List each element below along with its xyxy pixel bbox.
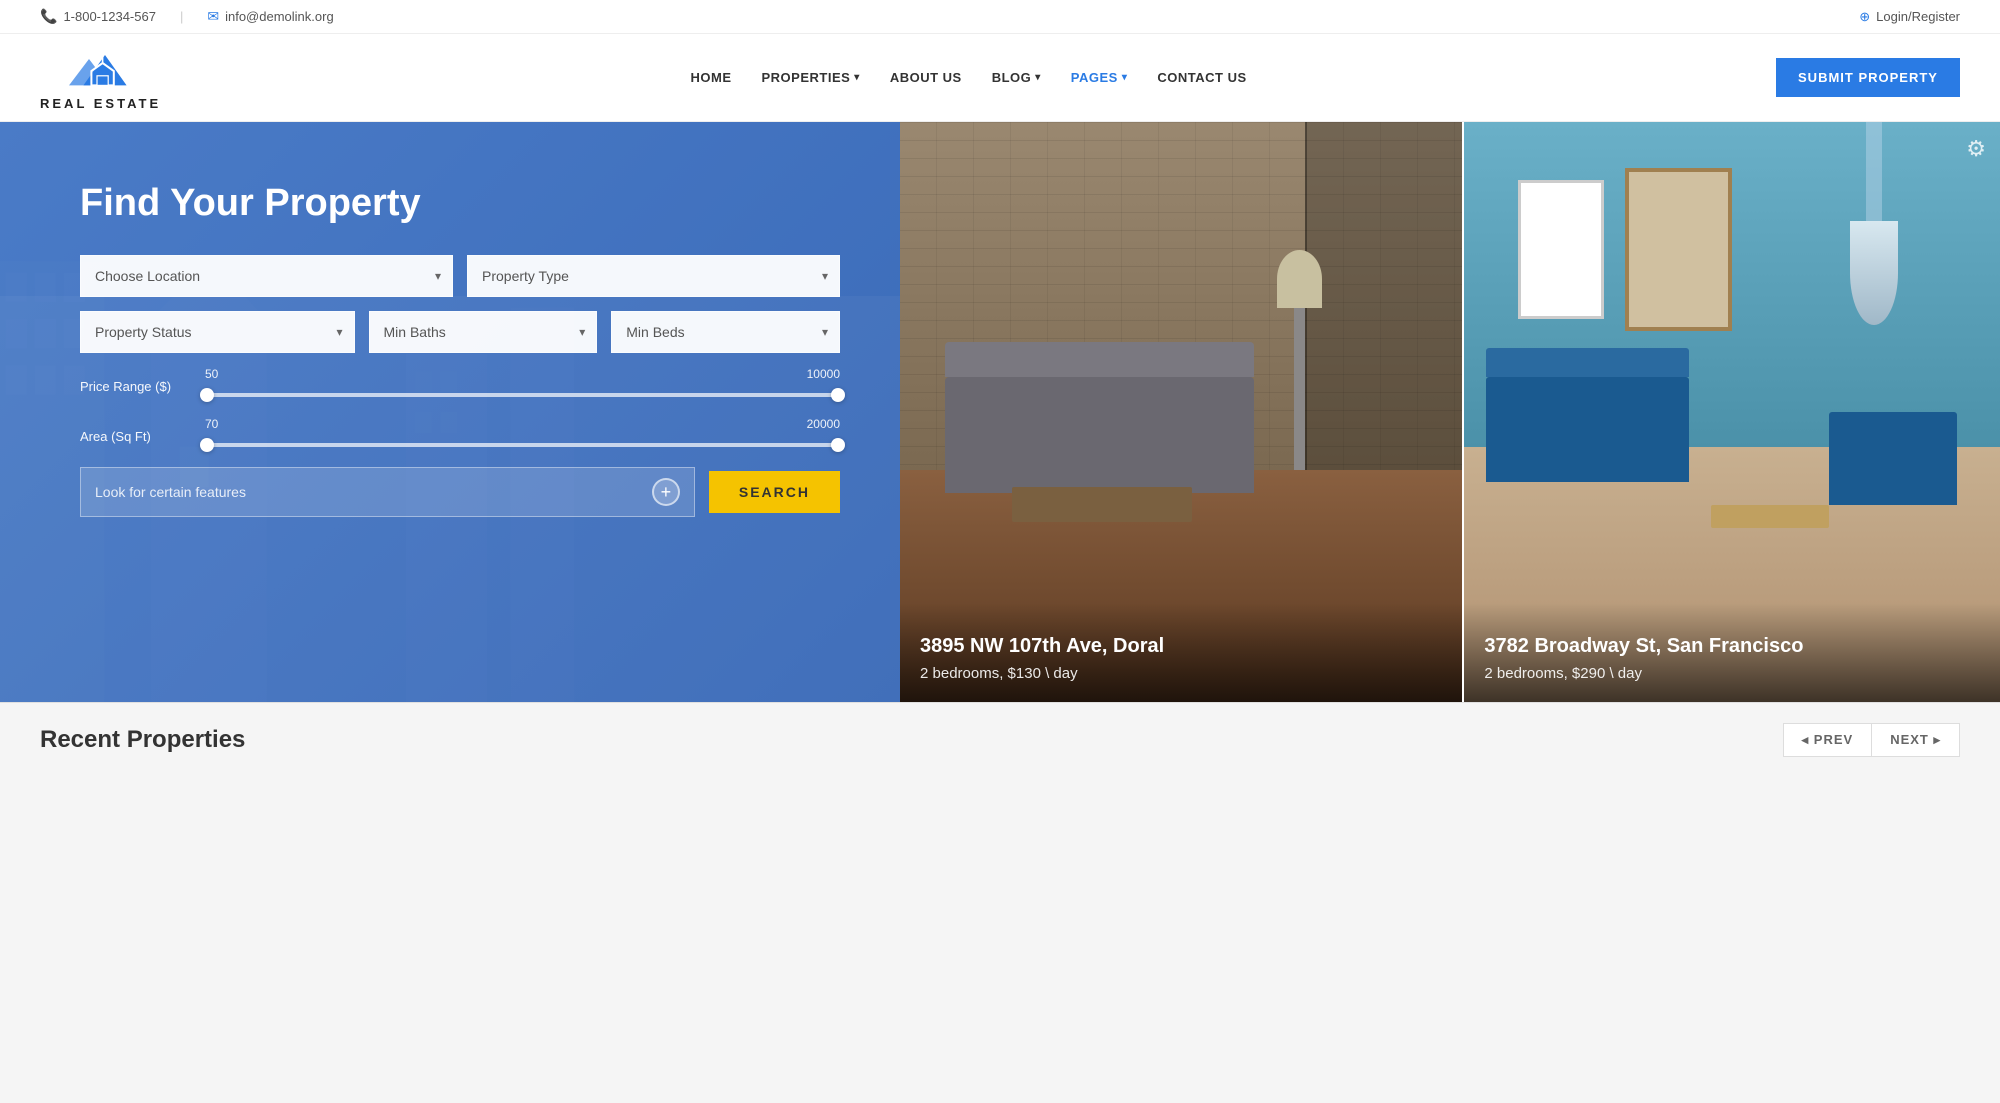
nav-home[interactable]: HOME: [690, 66, 731, 89]
header: REAL ESTATE HOME PROPERTIES ▾ ABOUT US B…: [0, 34, 2000, 122]
location-select[interactable]: Choose Location New York Los Angeles Mia…: [80, 255, 453, 297]
phone-contact[interactable]: 📞 1-800-1234-567: [40, 8, 156, 25]
prop2-table: [1711, 505, 1829, 528]
features-input-wrapper[interactable]: Look for certain features +: [80, 467, 695, 517]
prop1-lamp-shade: [1277, 250, 1322, 308]
nav-properties[interactable]: PROPERTIES ▾: [761, 66, 859, 89]
next-button[interactable]: NEXT ▸: [1871, 723, 1960, 757]
login-icon: ⊕: [1859, 9, 1870, 25]
min-beds-select-wrapper: Min Beds 1 2 3: [611, 311, 840, 353]
prop2-light-cord: [1866, 122, 1882, 226]
prop1-sofa: [945, 377, 1254, 493]
property-card-1[interactable]: 3895 NW 107th Ave, Doral 2 bedrooms, $13…: [900, 122, 1464, 702]
area-section: Area (Sq Ft) 70 20000: [80, 417, 840, 455]
prop1-overlay: 3895 NW 107th Ave, Doral 2 bedrooms, $13…: [900, 603, 1462, 702]
logo[interactable]: REAL ESTATE: [40, 44, 161, 111]
login-register[interactable]: ⊕ Login/Register: [1859, 9, 1960, 25]
features-add-button[interactable]: +: [652, 478, 680, 506]
location-select-wrapper: Choose Location New York Los Angeles Mia…: [80, 255, 453, 297]
price-thumb-right[interactable]: [831, 388, 845, 402]
area-track-bg: [205, 443, 840, 447]
prop2-chair: [1829, 412, 1958, 505]
logo-icon: [61, 44, 141, 94]
price-range-label: Price Range ($): [80, 379, 195, 394]
prop1-table: [1012, 487, 1192, 522]
prop2-price: 2 bedrooms, $290 \ day: [1484, 665, 1980, 682]
chevron-down-icon-blog: ▾: [1035, 72, 1041, 83]
price-range-track[interactable]: [205, 385, 840, 405]
search-button[interactable]: SEARCH: [709, 471, 840, 513]
price-max-value: 10000: [807, 367, 840, 381]
area-label: Area (Sq Ft): [80, 429, 195, 444]
area-range-control: 70 20000: [205, 417, 840, 455]
separator: |: [180, 9, 183, 24]
chevron-down-icon: ▾: [854, 72, 860, 83]
features-row: Look for certain features + SEARCH: [80, 467, 840, 517]
area-thumb-right[interactable]: [831, 438, 845, 452]
search-title: Find Your Property: [80, 182, 840, 225]
phone-icon: 📞: [40, 8, 57, 25]
chevron-down-icon-pages: ▾: [1122, 72, 1128, 83]
email-contact[interactable]: ✉ info@demolink.org: [207, 8, 333, 25]
features-placeholder-text: Look for certain features: [95, 484, 642, 500]
area-track-fill: [205, 443, 840, 447]
status-select-wrapper: Property Status For Sale For Rent: [80, 311, 355, 353]
min-baths-select-wrapper: Min Baths 1 2 3: [369, 311, 598, 353]
area-min-value: 70: [205, 417, 218, 431]
property-card-2[interactable]: ⚙ 3782 Broadway St, San Francisco 2 bedr…: [1464, 122, 2000, 702]
prop2-sofa-back: [1486, 348, 1690, 377]
logo-text: REAL ESTATE: [40, 96, 161, 111]
search-row-2: Property Status For Sale For Rent Min Ba…: [80, 311, 840, 353]
area-range-track[interactable]: [205, 435, 840, 455]
prop2-pendant: [1850, 221, 1898, 325]
prop1-sofa-back: [945, 342, 1254, 377]
min-baths-select[interactable]: Min Baths 1 2 3: [369, 311, 598, 353]
price-track-bg: [205, 393, 840, 397]
prop1-price: 2 bedrooms, $130 \ day: [920, 665, 1442, 682]
main-nav: HOME PROPERTIES ▾ ABOUT US BLOG ▾ PAGES …: [690, 66, 1246, 89]
property-type-select[interactable]: Property Type House Apartment Villa: [467, 255, 840, 297]
price-range-values: 50 10000: [205, 367, 840, 381]
price-thumb-left[interactable]: [200, 388, 214, 402]
property-images-panel: 3895 NW 107th Ave, Doral 2 bedrooms, $13…: [900, 122, 2000, 702]
price-track-fill: [205, 393, 840, 397]
prop2-address: 3782 Broadway St, San Francisco: [1484, 633, 1980, 659]
prop2-frame1: [1518, 180, 1604, 319]
submit-property-button[interactable]: SUBMIT PROPERTY: [1776, 58, 1960, 97]
price-range-control: 50 10000: [205, 367, 840, 405]
area-max-value: 20000: [807, 417, 840, 431]
property-type-select-wrapper: Property Type House Apartment Villa: [467, 255, 840, 297]
property-status-select[interactable]: Property Status For Sale For Rent: [80, 311, 355, 353]
main-layout: Find Your Property Choose Location New Y…: [0, 122, 2000, 702]
phone-number: 1-800-1234-567: [63, 9, 156, 24]
top-bar: 📞 1-800-1234-567 | ✉ info@demolink.org ⊕…: [0, 0, 2000, 34]
search-panel: Find Your Property Choose Location New Y…: [0, 122, 900, 702]
prop2-overlay: 3782 Broadway St, San Francisco 2 bedroo…: [1464, 603, 2000, 702]
prop1-address: 3895 NW 107th Ave, Doral: [920, 633, 1442, 659]
prop2-sofa: [1486, 377, 1690, 481]
recent-properties-section: Recent Properties ◂ PREV NEXT ▸: [0, 702, 2000, 777]
price-range-section: Price Range ($) 50 10000: [80, 367, 840, 405]
email-address: info@demolink.org: [225, 9, 334, 24]
area-thumb-left[interactable]: [200, 438, 214, 452]
recent-properties-header: Recent Properties ◂ PREV NEXT ▸: [40, 723, 1960, 757]
price-min-value: 50: [205, 367, 218, 381]
top-bar-contacts: 📞 1-800-1234-567 | ✉ info@demolink.org: [40, 8, 334, 25]
prop1-lamp-pole: [1294, 308, 1305, 470]
email-icon: ✉: [207, 8, 219, 25]
nav-pages[interactable]: PAGES ▾: [1071, 66, 1128, 89]
prev-button[interactable]: ◂ PREV: [1783, 723, 1872, 757]
login-label: Login/Register: [1876, 9, 1960, 24]
search-row-1: Choose Location New York Los Angeles Mia…: [80, 255, 840, 297]
nav-about[interactable]: ABOUT US: [890, 66, 962, 89]
settings-icon[interactable]: ⚙: [1966, 136, 1986, 162]
area-range-values: 70 20000: [205, 417, 840, 431]
recent-navigation: ◂ PREV NEXT ▸: [1783, 723, 1960, 757]
nav-contact[interactable]: CONTACT US: [1157, 66, 1246, 89]
prop1-stairs: [1305, 122, 1462, 470]
recent-properties-title: Recent Properties: [40, 726, 245, 754]
prop2-frame2: [1625, 168, 1732, 330]
min-beds-select[interactable]: Min Beds 1 2 3: [611, 311, 840, 353]
nav-blog[interactable]: BLOG ▾: [992, 66, 1041, 89]
